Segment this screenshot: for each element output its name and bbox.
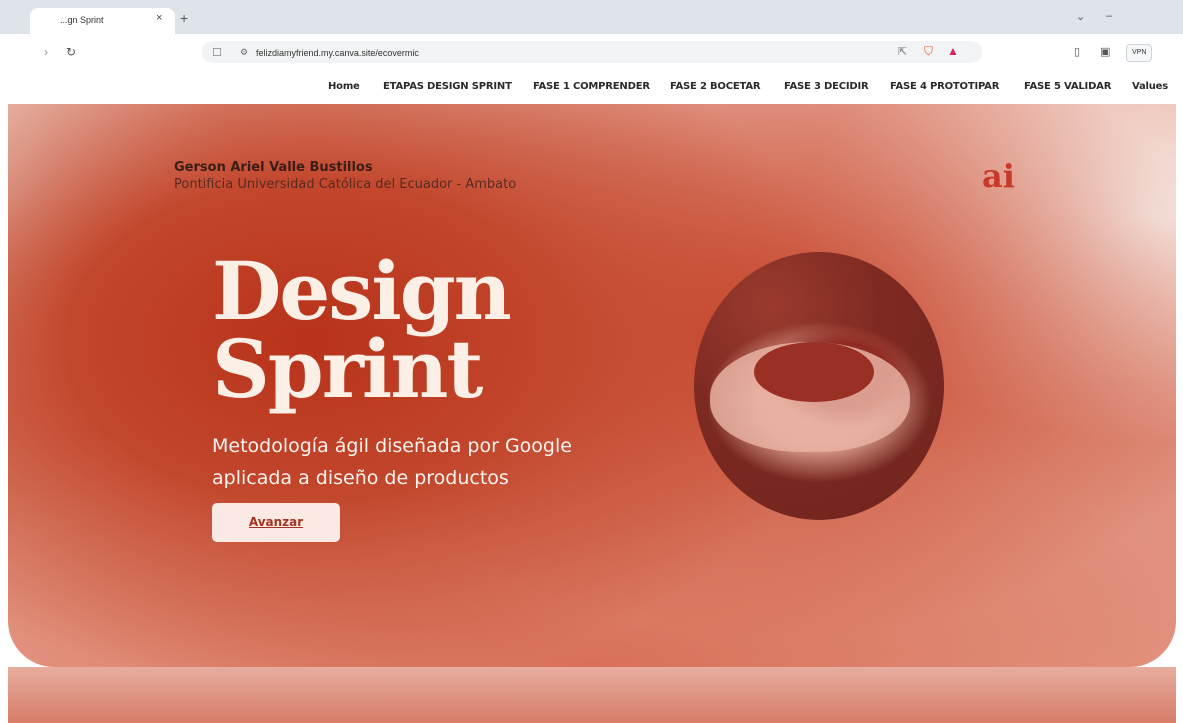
nav-values[interactable]: Values [1132, 81, 1168, 92]
next-section-preview [8, 667, 1176, 723]
nav-fase1[interactable]: FASE 1 COMPRENDER [533, 81, 650, 92]
brave-rewards-icon[interactable]: ▲ [947, 44, 959, 58]
tab-search-chevron-icon[interactable]: ⌄ [1076, 10, 1085, 23]
hero-section: Gerson Ariel Valle Bustillos Pontificia … [8, 104, 1176, 667]
tab-bar: ...gn Sprint × + ⌄ – [0, 0, 1183, 34]
author-name: Gerson Ariel Valle Bustillos [174, 160, 373, 175]
minimize-icon[interactable]: – [1106, 10, 1112, 22]
browser-tab[interactable]: ...gn Sprint × [30, 8, 175, 34]
brave-shield-icon[interactable]: ⛉ [924, 44, 933, 59]
new-tab-icon[interactable]: + [180, 11, 188, 25]
soil-shape [754, 342, 874, 402]
site-nav: Home ETAPAS DESIGN SPRINT FASE 1 COMPREN… [0, 70, 1183, 104]
hero-title-line1: Design [212, 244, 512, 338]
nav-home[interactable]: Home [328, 81, 360, 92]
wallet-icon[interactable]: ▣ [1100, 45, 1110, 58]
hero-title: Design Sprint [212, 244, 512, 416]
institution-name: Pontificia Universidad Católica del Ecua… [174, 177, 517, 192]
sidebar-icon[interactable]: ▯ [1074, 45, 1080, 58]
nav-etapas[interactable]: ETAPAS DESIGN SPRINT [383, 81, 512, 92]
hands-soil-image [694, 252, 944, 520]
reload-icon[interactable]: ↻ [66, 45, 76, 59]
nav-fase2[interactable]: FASE 2 BOCETAR [670, 81, 761, 92]
forward-icon[interactable]: › [44, 45, 48, 59]
share-icon[interactable]: ⇱ [898, 45, 907, 58]
tab-title: ...gn Sprint [60, 15, 104, 25]
close-tab-icon[interactable]: × [156, 12, 162, 24]
nav-fase5[interactable]: FASE 5 VALIDAR [1024, 81, 1111, 92]
hero-title-line2: Sprint [212, 322, 483, 416]
avanzar-button[interactable]: Avanzar [212, 503, 340, 542]
nav-fase4[interactable]: FASE 4 PROTOTIPAR [890, 81, 999, 92]
url-text[interactable]: felizdiamyfriend.my.canva.site/ecovermic [256, 48, 419, 58]
nav-fase3[interactable]: FASE 3 DECIDIR [784, 81, 869, 92]
bookmark-icon[interactable]: ☐ [212, 46, 222, 59]
browser-window: ...gn Sprint × + ⌄ – › ↻ ☐ ⚙ felizdiamyf… [0, 0, 1183, 723]
hero-subtitle: Metodología ágil diseñada por Google apl… [212, 435, 572, 489]
logo: ai [982, 157, 1015, 195]
address-toolbar: › ↻ ☐ ⚙ felizdiamyfriend.my.canva.site/e… [0, 34, 1183, 71]
vpn-button[interactable]: VPN [1126, 44, 1153, 62]
site-settings-icon[interactable]: ⚙ [240, 47, 248, 58]
